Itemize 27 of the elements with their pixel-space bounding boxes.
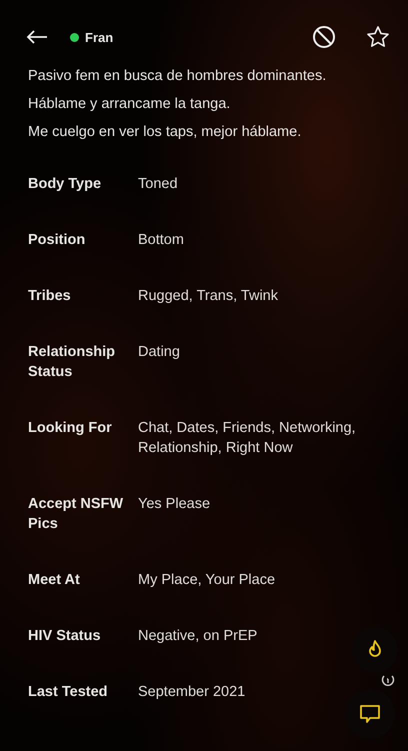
detail-value: Negative, on PrEP — [138, 627, 258, 646]
detail-label: Meet At — [28, 571, 81, 590]
detail-label: Looking For — [28, 419, 113, 438]
detail-value: My Place, Your Place — [138, 571, 276, 590]
detail-label: Body Type — [28, 175, 102, 194]
block-button[interactable] — [312, 25, 336, 49]
back-button[interactable] — [26, 29, 48, 45]
info-button[interactable] — [381, 673, 395, 687]
detail-label: Tribes — [28, 287, 72, 306]
detail-value: Dating — [138, 343, 181, 362]
detail-value: Rugged, Trans, Twink — [138, 287, 279, 306]
profile-name: Fran — [85, 30, 114, 44]
chat-icon — [358, 702, 382, 726]
detail-value: September 2021 — [138, 683, 246, 702]
detail-value: Yes Please — [138, 495, 212, 514]
detail-label: Last Tested — [28, 683, 109, 702]
detail-label: HIV Status — [28, 627, 102, 646]
bio-text: Háblame y arrancame la tanga. — [28, 95, 232, 114]
bio-text: Me cuelgo en ver los taps, mejor háblame. — [28, 123, 302, 142]
detail-value: Toned — [138, 175, 179, 194]
bio-text: Pasivo fem en busca de hombres dominantes. — [28, 67, 328, 86]
detail-label: Accept NSFW Pics — [28, 495, 124, 534]
detail-value: Chat, Dates, Friends, Networking, Relationship, Right Now — [138, 419, 357, 458]
detail-label: Position — [28, 231, 86, 250]
detail-label: Relationship Status — [28, 343, 116, 382]
detail-value: Bottom — [138, 231, 185, 250]
favorite-button[interactable] — [366, 25, 390, 49]
